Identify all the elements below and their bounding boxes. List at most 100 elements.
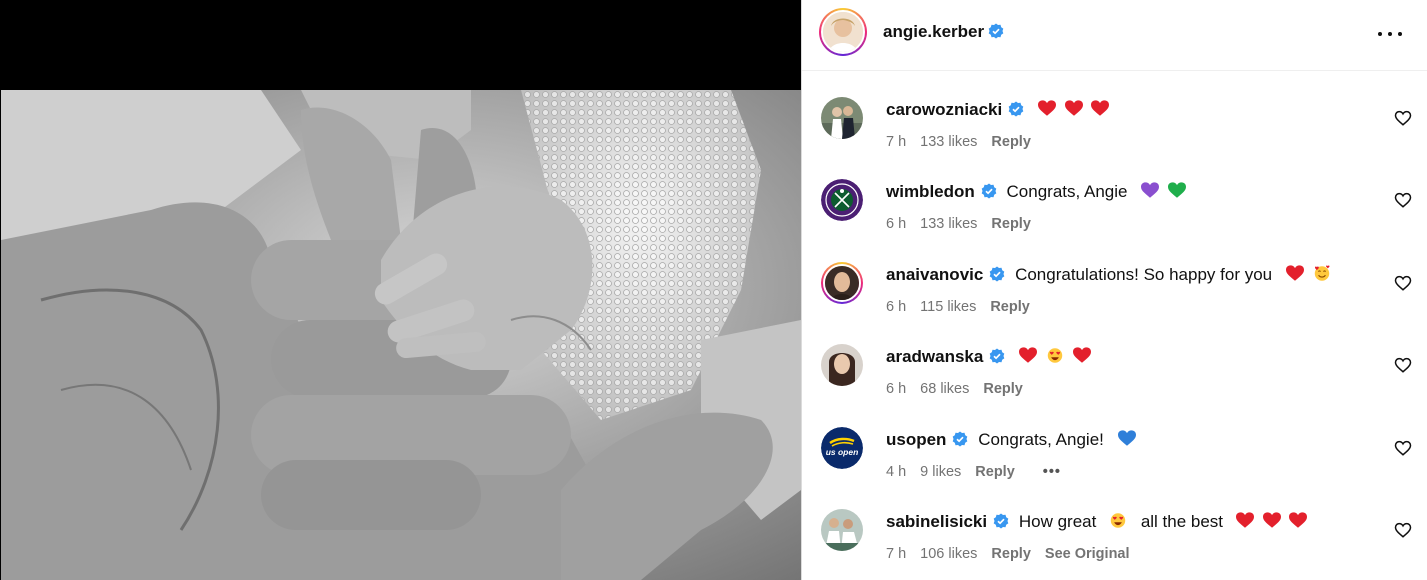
- comment-line: aradwanska: [886, 347, 1091, 367]
- purple-heart-emoji-icon: [1141, 182, 1160, 198]
- comment-likes[interactable]: 115 likes: [920, 299, 976, 315]
- comment-line: wimbledon Congrats, Angie: [886, 182, 1186, 202]
- comment-line: anaivanovic Congratulations! So happy fo…: [886, 265, 1331, 285]
- avatar-image: [821, 97, 863, 139]
- comment-item: aradwanska 6 h 68 likes Reply: [802, 328, 1427, 410]
- reply-button[interactable]: Reply: [991, 216, 1031, 232]
- wimbledon-logo-icon: [821, 179, 863, 221]
- comment-likes[interactable]: 9 likes: [920, 464, 961, 480]
- verified-badge-icon: [988, 23, 1004, 39]
- comment-time: 6 h: [886, 216, 907, 232]
- author-username[interactable]: angie.kerber: [883, 22, 1004, 42]
- commenter-avatar[interactable]: [821, 344, 863, 386]
- comment-username[interactable]: anaivanovic: [886, 265, 983, 284]
- comments-panel: angie.kerber carowozniacki 7 h 133 likes…: [801, 0, 1427, 580]
- comment-item: anaivanovic Congratulations! So happy fo…: [802, 246, 1427, 328]
- comment-line: carowozniacki: [886, 100, 1110, 120]
- verified-badge-icon: [990, 348, 1005, 364]
- comment-line: sabinelisicki How great all the best: [886, 512, 1308, 532]
- comment-text: Congrats, Angie: [1006, 182, 1128, 201]
- post-header: angie.kerber: [802, 0, 1427, 71]
- comment-item: sabinelisicki How great all the best 7 h…: [802, 493, 1427, 575]
- comment-likes[interactable]: 106 likes: [920, 546, 977, 562]
- red-heart-emoji-icon: [1262, 512, 1281, 528]
- verified-badge-icon: [990, 266, 1005, 282]
- author-username-text[interactable]: angie.kerber: [883, 22, 984, 41]
- comment-meta: 7 h 106 likes Reply See Original: [886, 546, 1144, 562]
- comment-more-options-icon[interactable]: •••: [1043, 464, 1061, 480]
- comment-time: 4 h: [886, 464, 907, 480]
- heart-outline-icon[interactable]: [1394, 356, 1412, 374]
- comment-time: 7 h: [886, 134, 907, 150]
- red-heart-emoji-icon: [1019, 347, 1038, 363]
- comment-likes[interactable]: 133 likes: [920, 134, 977, 150]
- bw-hands-image: [1, 90, 801, 580]
- comment-username[interactable]: aradwanska: [886, 347, 983, 366]
- avatar-image: [821, 344, 863, 386]
- comment-username[interactable]: wimbledon: [886, 182, 975, 201]
- comment-line: usopen Congrats, Angie!: [886, 430, 1136, 450]
- green-heart-emoji-icon: [1167, 182, 1186, 198]
- more-options-icon[interactable]: [1376, 20, 1404, 48]
- comments-list: carowozniacki 7 h 133 likes Reply wimble…: [802, 71, 1427, 580]
- verified-badge-icon: [993, 513, 1009, 529]
- comment-text-continued: all the best: [1140, 512, 1224, 531]
- heart-outline-icon[interactable]: [1394, 274, 1412, 292]
- reply-button[interactable]: Reply: [990, 299, 1030, 315]
- comment-text: How great: [1018, 512, 1097, 531]
- comment-time: 6 h: [886, 381, 907, 397]
- commenter-avatar[interactable]: [821, 262, 863, 304]
- post-media[interactable]: [0, 0, 801, 580]
- commenter-avatar[interactable]: [821, 179, 863, 221]
- red-heart-emoji-icon: [1037, 100, 1056, 116]
- commenter-avatar[interactable]: [821, 97, 863, 139]
- heart-eyes-emoji-icon: [1047, 348, 1063, 363]
- comment-item: carowozniacki 7 h 133 likes Reply: [802, 81, 1427, 163]
- red-heart-emoji-icon: [1235, 512, 1254, 528]
- comment-meta: 6 h 133 likes Reply: [886, 216, 1045, 232]
- comment-username[interactable]: carowozniacki: [886, 100, 1002, 119]
- commenter-avatar[interactable]: us open: [821, 427, 863, 469]
- heart-outline-icon[interactable]: [1394, 191, 1412, 209]
- usopen-logo-icon: us open: [821, 427, 863, 469]
- verified-badge-icon: [981, 183, 997, 199]
- verified-badge-icon: [953, 431, 968, 447]
- avatar-image: [821, 509, 863, 551]
- heart-outline-icon[interactable]: [1394, 439, 1412, 457]
- comment-likes[interactable]: 68 likes: [920, 381, 969, 397]
- comment-time: 6 h: [886, 299, 907, 315]
- red-heart-emoji-icon: [1289, 512, 1308, 528]
- comment-time: 7 h: [886, 546, 907, 562]
- avatar-image: [825, 266, 859, 300]
- comment-username[interactable]: usopen: [886, 430, 946, 449]
- reply-button[interactable]: Reply: [975, 464, 1015, 480]
- reply-button[interactable]: Reply: [983, 381, 1023, 397]
- comment-meta: 6 h 115 likes Reply: [886, 299, 1044, 315]
- author-avatar-image: [823, 12, 863, 52]
- reply-button[interactable]: Reply: [991, 546, 1031, 562]
- author-avatar[interactable]: [819, 8, 867, 56]
- smiling-face-with-hearts-emoji-icon: [1314, 265, 1330, 281]
- red-heart-emoji-icon: [1064, 100, 1083, 116]
- verified-badge-icon: [1008, 101, 1024, 117]
- comment-meta: 7 h 133 likes Reply: [886, 134, 1045, 150]
- commenter-avatar[interactable]: [821, 509, 863, 551]
- heart-outline-icon[interactable]: [1394, 109, 1412, 127]
- see-original-button[interactable]: See Original: [1045, 546, 1130, 562]
- usopen-logo-text: us open: [826, 447, 859, 457]
- comment-text: Congrats, Angie!: [978, 430, 1104, 449]
- comment-meta: 6 h 68 likes Reply: [886, 381, 1037, 397]
- red-heart-emoji-icon: [1091, 100, 1110, 116]
- red-heart-emoji-icon: [1072, 347, 1091, 363]
- comment-item: us open usopen Congrats, Angie! 4 h 9 lik…: [802, 411, 1427, 493]
- comment-username[interactable]: sabinelisicki: [886, 512, 987, 531]
- reply-button[interactable]: Reply: [991, 134, 1031, 150]
- heart-eyes-emoji-icon: [1110, 513, 1126, 528]
- post-photo-hands: [1, 90, 801, 580]
- comment-meta: 4 h 9 likes Reply •••: [886, 464, 1075, 480]
- heart-outline-icon[interactable]: [1394, 521, 1412, 539]
- comment-text: Congratulations! So happy for you: [1015, 265, 1273, 284]
- red-heart-emoji-icon: [1285, 265, 1304, 281]
- comment-item: wimbledon Congrats, Angie 6 h 133 likes Re…: [802, 163, 1427, 245]
- comment-likes[interactable]: 133 likes: [920, 216, 977, 232]
